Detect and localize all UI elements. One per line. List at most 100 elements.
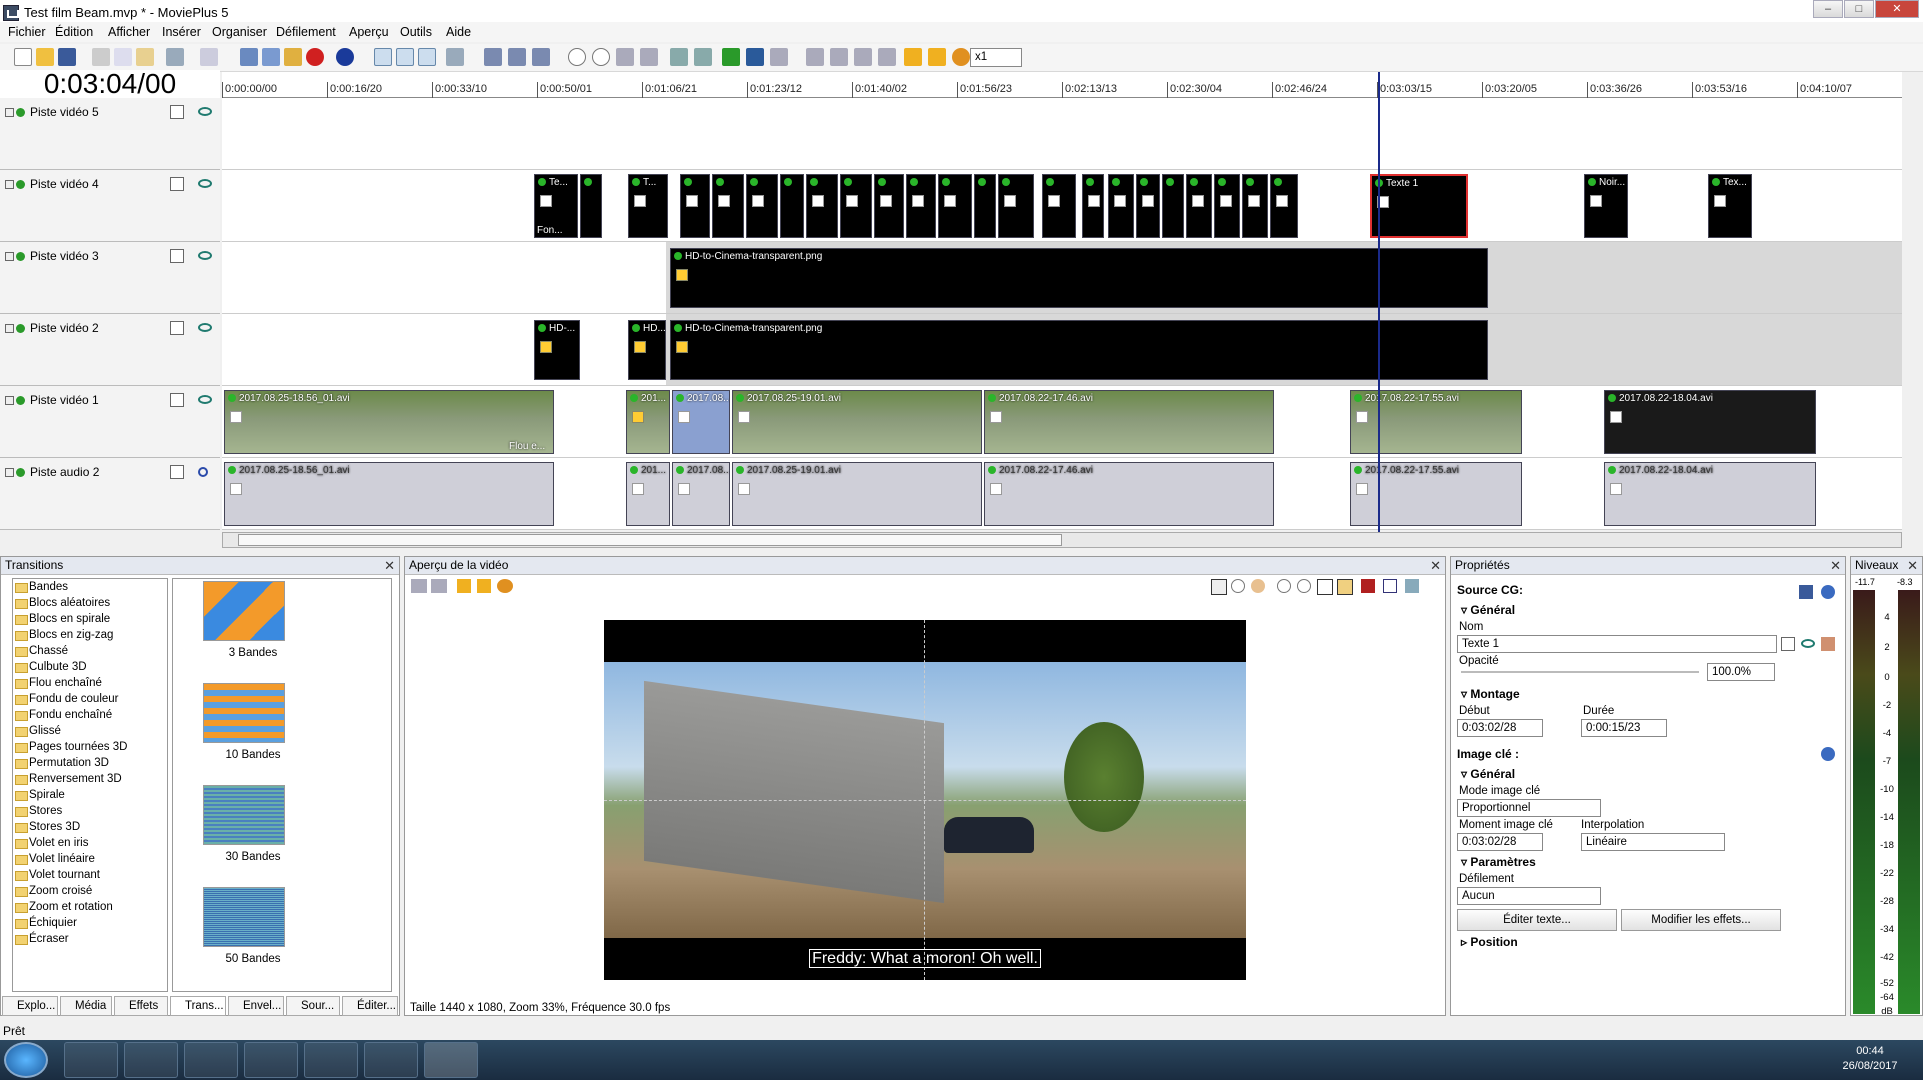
tab-editer[interactable]: Éditer... [342, 996, 398, 1016]
track-header-audio-2[interactable]: Piste audio 2 [0, 458, 220, 530]
tree-item[interactable]: Blocs en zig-zag [14, 629, 113, 641]
clip[interactable] [1214, 174, 1240, 238]
stop-icon[interactable] [477, 579, 491, 593]
track-menu-icon[interactable] [170, 177, 184, 191]
clip-audio[interactable]: 2017.08.22-17.55.avi [1350, 462, 1522, 526]
window-icon[interactable] [1383, 579, 1397, 593]
section-general-2[interactable]: ▿ Général [1461, 767, 1515, 781]
taskbar-clock[interactable]: 00:44 26/08/2017 [1820, 1044, 1920, 1074]
timeline-tracks[interactable]: Te... Fon... T... Texte 1 Noir... Tex... … [222, 98, 1902, 530]
tree-item[interactable]: Zoom et rotation [15, 901, 113, 913]
movieplus-icon[interactable] [424, 1042, 478, 1078]
thumb-50-bandes[interactable] [203, 887, 285, 947]
eye-icon[interactable] [198, 179, 212, 188]
zoom-icon[interactable] [1231, 579, 1245, 593]
tree-item[interactable]: Bandes [14, 581, 68, 593]
shuttle-icon[interactable] [497, 579, 513, 593]
tree-item[interactable]: Permutation 3D [15, 757, 109, 769]
drag-handle-icon[interactable] [5, 396, 14, 405]
help-icon[interactable] [1821, 585, 1835, 599]
track-menu-icon[interactable] [170, 465, 184, 479]
section-general[interactable]: ▿ Général [1461, 603, 1515, 617]
play-icon[interactable] [904, 48, 922, 66]
track-header-video-5[interactable]: Piste vidéo 5 [0, 98, 220, 170]
tab-effets[interactable]: Effets [114, 996, 168, 1016]
discord-icon[interactable] [244, 1042, 298, 1078]
eye-icon[interactable] [198, 395, 212, 404]
track-header-video-1[interactable]: Piste vidéo 1 [0, 386, 220, 458]
eye-icon[interactable] [1801, 639, 1815, 648]
flag-end-icon[interactable] [746, 48, 764, 66]
clip-audio[interactable]: 2017.08... [672, 462, 730, 526]
clip-audio[interactable]: 201... [626, 462, 670, 526]
tree-item[interactable]: Volet en iris [14, 837, 88, 849]
clip[interactable] [840, 174, 872, 238]
layout-icon[interactable] [1405, 579, 1419, 593]
modify-effects-button[interactable]: Modifier les effets... [1621, 909, 1781, 931]
play-icon[interactable] [457, 579, 471, 593]
scrollbar-thumb[interactable] [238, 534, 1062, 546]
tree-item[interactable]: Blocs aléatoires [14, 597, 110, 609]
clip-audio[interactable]: 2017.08.22-17.46.avi [984, 462, 1274, 526]
clip[interactable] [998, 174, 1034, 238]
clip[interactable] [938, 174, 972, 238]
clip[interactable] [680, 174, 710, 238]
export-icon[interactable] [284, 48, 302, 66]
tree-item[interactable]: Culbute 3D [15, 661, 87, 673]
track-row[interactable]: Te... Fon... T... Texte 1 Noir... Tex... [222, 170, 1902, 242]
clip[interactable] [746, 174, 778, 238]
safe-area-icon[interactable] [1337, 579, 1353, 595]
clip[interactable] [874, 174, 904, 238]
eye-icon[interactable] [198, 323, 212, 332]
clip[interactable] [1042, 174, 1076, 238]
opacite-slider[interactable] [1461, 671, 1699, 673]
drag-handle-icon[interactable] [5, 252, 14, 261]
stop-icon[interactable] [928, 48, 946, 66]
section-position[interactable]: ▹ Position [1461, 935, 1518, 949]
close-button[interactable]: ✕ [1875, 0, 1919, 18]
clip[interactable]: Tex... [1708, 174, 1752, 238]
clip-video[interactable]: 2017.08.22-17.55.avi [1350, 390, 1522, 454]
zoom-in-icon[interactable] [1277, 579, 1291, 593]
section-montage[interactable]: ▿ Montage [1461, 687, 1520, 701]
help-icon[interactable] [1821, 747, 1835, 761]
fit-icon[interactable] [1317, 579, 1333, 595]
start-button[interactable] [4, 1042, 48, 1078]
tab-media[interactable]: Média [60, 996, 112, 1016]
clip[interactable] [580, 174, 602, 238]
eye-icon[interactable] [198, 251, 212, 260]
redo-icon[interactable] [200, 48, 218, 66]
next-icon[interactable] [431, 579, 447, 593]
thumb-30-bandes[interactable] [203, 785, 285, 845]
clip-audio[interactable]: 2017.08.25-18.56_01.avi [224, 462, 554, 526]
track-menu-icon[interactable] [170, 249, 184, 263]
dropdown-icon[interactable] [1781, 637, 1795, 651]
track-row[interactable]: HD-... HD... HD-to-Cinema-transparent.pn… [222, 314, 1902, 386]
fit-icon[interactable] [616, 48, 634, 66]
record-icon[interactable] [1361, 579, 1375, 593]
tree-item[interactable]: Chassé [15, 645, 68, 657]
save-icon[interactable] [1799, 585, 1813, 599]
tree-item[interactable]: Fondu de couleur [15, 693, 119, 705]
clip-video[interactable]: 2017.08.22-17.46.avi [984, 390, 1274, 454]
tree-item[interactable]: Glissé [15, 725, 61, 737]
track-header-video-3[interactable]: Piste vidéo 3 [0, 242, 220, 314]
close-icon[interactable]: ✕ [1430, 558, 1441, 574]
menu-inserer[interactable]: Insérer [162, 25, 201, 39]
close-icon[interactable]: ✕ [1830, 558, 1841, 574]
track-header-video-2[interactable]: Piste vidéo 2 [0, 314, 220, 386]
paste-icon[interactable] [136, 48, 154, 66]
clip[interactable] [1186, 174, 1212, 238]
link-tool-icon[interactable] [396, 48, 414, 66]
interp-select[interactable]: Linéaire [1581, 833, 1725, 851]
steam-icon[interactable] [184, 1042, 238, 1078]
menu-edition[interactable]: Édition [55, 25, 93, 39]
track-menu-icon[interactable] [170, 321, 184, 335]
zoom-out-icon[interactable] [592, 48, 610, 66]
opacite-input[interactable]: 100.0% [1707, 663, 1775, 681]
new-file-icon[interactable] [14, 48, 32, 66]
trim-icon[interactable] [508, 48, 526, 66]
clip-video[interactable]: 2017.08... [672, 390, 730, 454]
moment-input[interactable]: 0:03:02/28 [1457, 833, 1543, 851]
hand-icon[interactable] [1251, 579, 1265, 593]
